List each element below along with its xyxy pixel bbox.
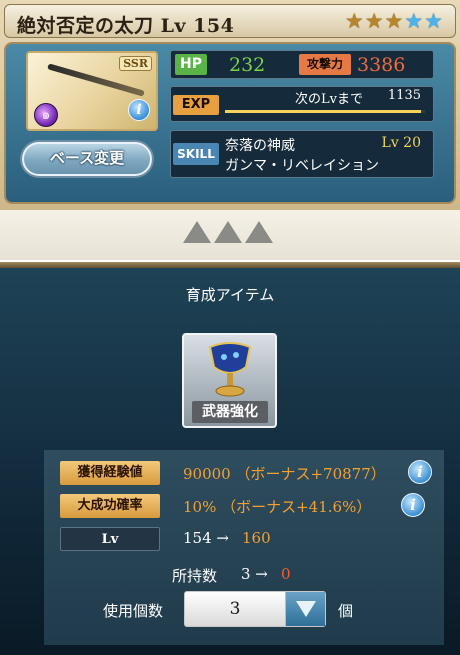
- use-count-value: 3: [229, 599, 241, 619]
- star-icon: ★: [424, 9, 443, 33]
- skill-box[interactable]: SKILL 奈落の神威 ガンマ・リベレイション Lv 20: [170, 130, 434, 178]
- hp-label: HP: [175, 54, 207, 75]
- triangle-icon: [183, 221, 211, 243]
- lv-from: 154 →: [183, 529, 229, 547]
- triangle-icon: [214, 221, 242, 243]
- next-lv-value: 1135: [387, 88, 421, 103]
- gained-exp-value: 90000 （ボーナス+70877）: [183, 465, 386, 483]
- star-icon: ★: [404, 9, 424, 33]
- chalice-icon: [208, 342, 252, 397]
- star-icon: ★: [364, 9, 384, 33]
- use-count-label: 使用個数: [103, 602, 164, 620]
- exp-box: EXP 次のLvまで 1135: [170, 86, 434, 122]
- owned-label: 所持数: [172, 567, 218, 585]
- upgrade-item-label: 武器強化: [192, 401, 268, 423]
- star-icon: ★: [344, 9, 364, 33]
- skill-level: Lv 20: [381, 135, 421, 151]
- upgrade-item-slot[interactable]: 武器強化: [182, 333, 277, 428]
- success-rate-label: 大成功確率: [60, 494, 160, 518]
- skill-name-2: ガンマ・リベレイション: [225, 158, 379, 174]
- use-count-select[interactable]: 3: [184, 591, 326, 627]
- use-count-unit: 個: [338, 602, 354, 620]
- attack-label: 攻撃力: [299, 54, 351, 75]
- weapon-card: 絶対否定の太刀 Lv 154 ★ ★ ★ ★ ★ SSR ๑ i ベース変更 H…: [0, 0, 460, 210]
- weapon-portrait[interactable]: SSR ๑ i: [26, 51, 158, 131]
- exp-label: EXP: [173, 95, 219, 115]
- lv-label: Lv: [60, 527, 160, 551]
- info-icon[interactable]: i: [401, 493, 425, 517]
- rarity-stars: ★ ★ ★ ★ ★: [345, 10, 443, 32]
- exp-progress-bar: [225, 110, 425, 113]
- hp-value: 232: [229, 54, 266, 76]
- next-lv-label: 次のLvまで: [295, 92, 363, 107]
- dropdown-arrow-icon[interactable]: [285, 592, 325, 626]
- upgrade-indicator: [183, 221, 273, 243]
- weapon-name: 絶対否定の太刀 Lv 154: [17, 15, 235, 37]
- attack-value: 3386: [357, 54, 406, 76]
- skill-label: SKILL: [173, 143, 219, 165]
- owned-to: 0: [281, 565, 291, 583]
- success-rate-value: 10% （ボーナス+41.6%）: [183, 498, 372, 516]
- chevron-down-icon: [296, 601, 316, 617]
- weapon-title-bar: 絶対否定の太刀 Lv 154 ★ ★ ★ ★ ★: [4, 4, 456, 38]
- dark-element-icon: ๑: [34, 103, 58, 127]
- hp-attack-box: HP 232 攻撃力 3386: [170, 50, 434, 79]
- rarity-badge: SSR: [119, 56, 152, 71]
- info-icon[interactable]: i: [408, 460, 432, 484]
- skill-name-1: 奈落の神威: [225, 138, 295, 154]
- triangle-icon: [245, 221, 273, 243]
- section-title: 育成アイテム: [185, 286, 275, 304]
- exp-progress-fill: [225, 110, 421, 113]
- base-change-button[interactable]: ベース変更: [22, 142, 152, 176]
- star-icon: ★: [384, 9, 404, 33]
- info-icon[interactable]: i: [128, 99, 150, 121]
- owned-from: 3 →: [241, 565, 268, 583]
- lv-to: 160: [242, 529, 271, 547]
- upgrade-panel-border: [0, 262, 460, 268]
- gained-exp-label: 獲得経験値: [60, 461, 160, 485]
